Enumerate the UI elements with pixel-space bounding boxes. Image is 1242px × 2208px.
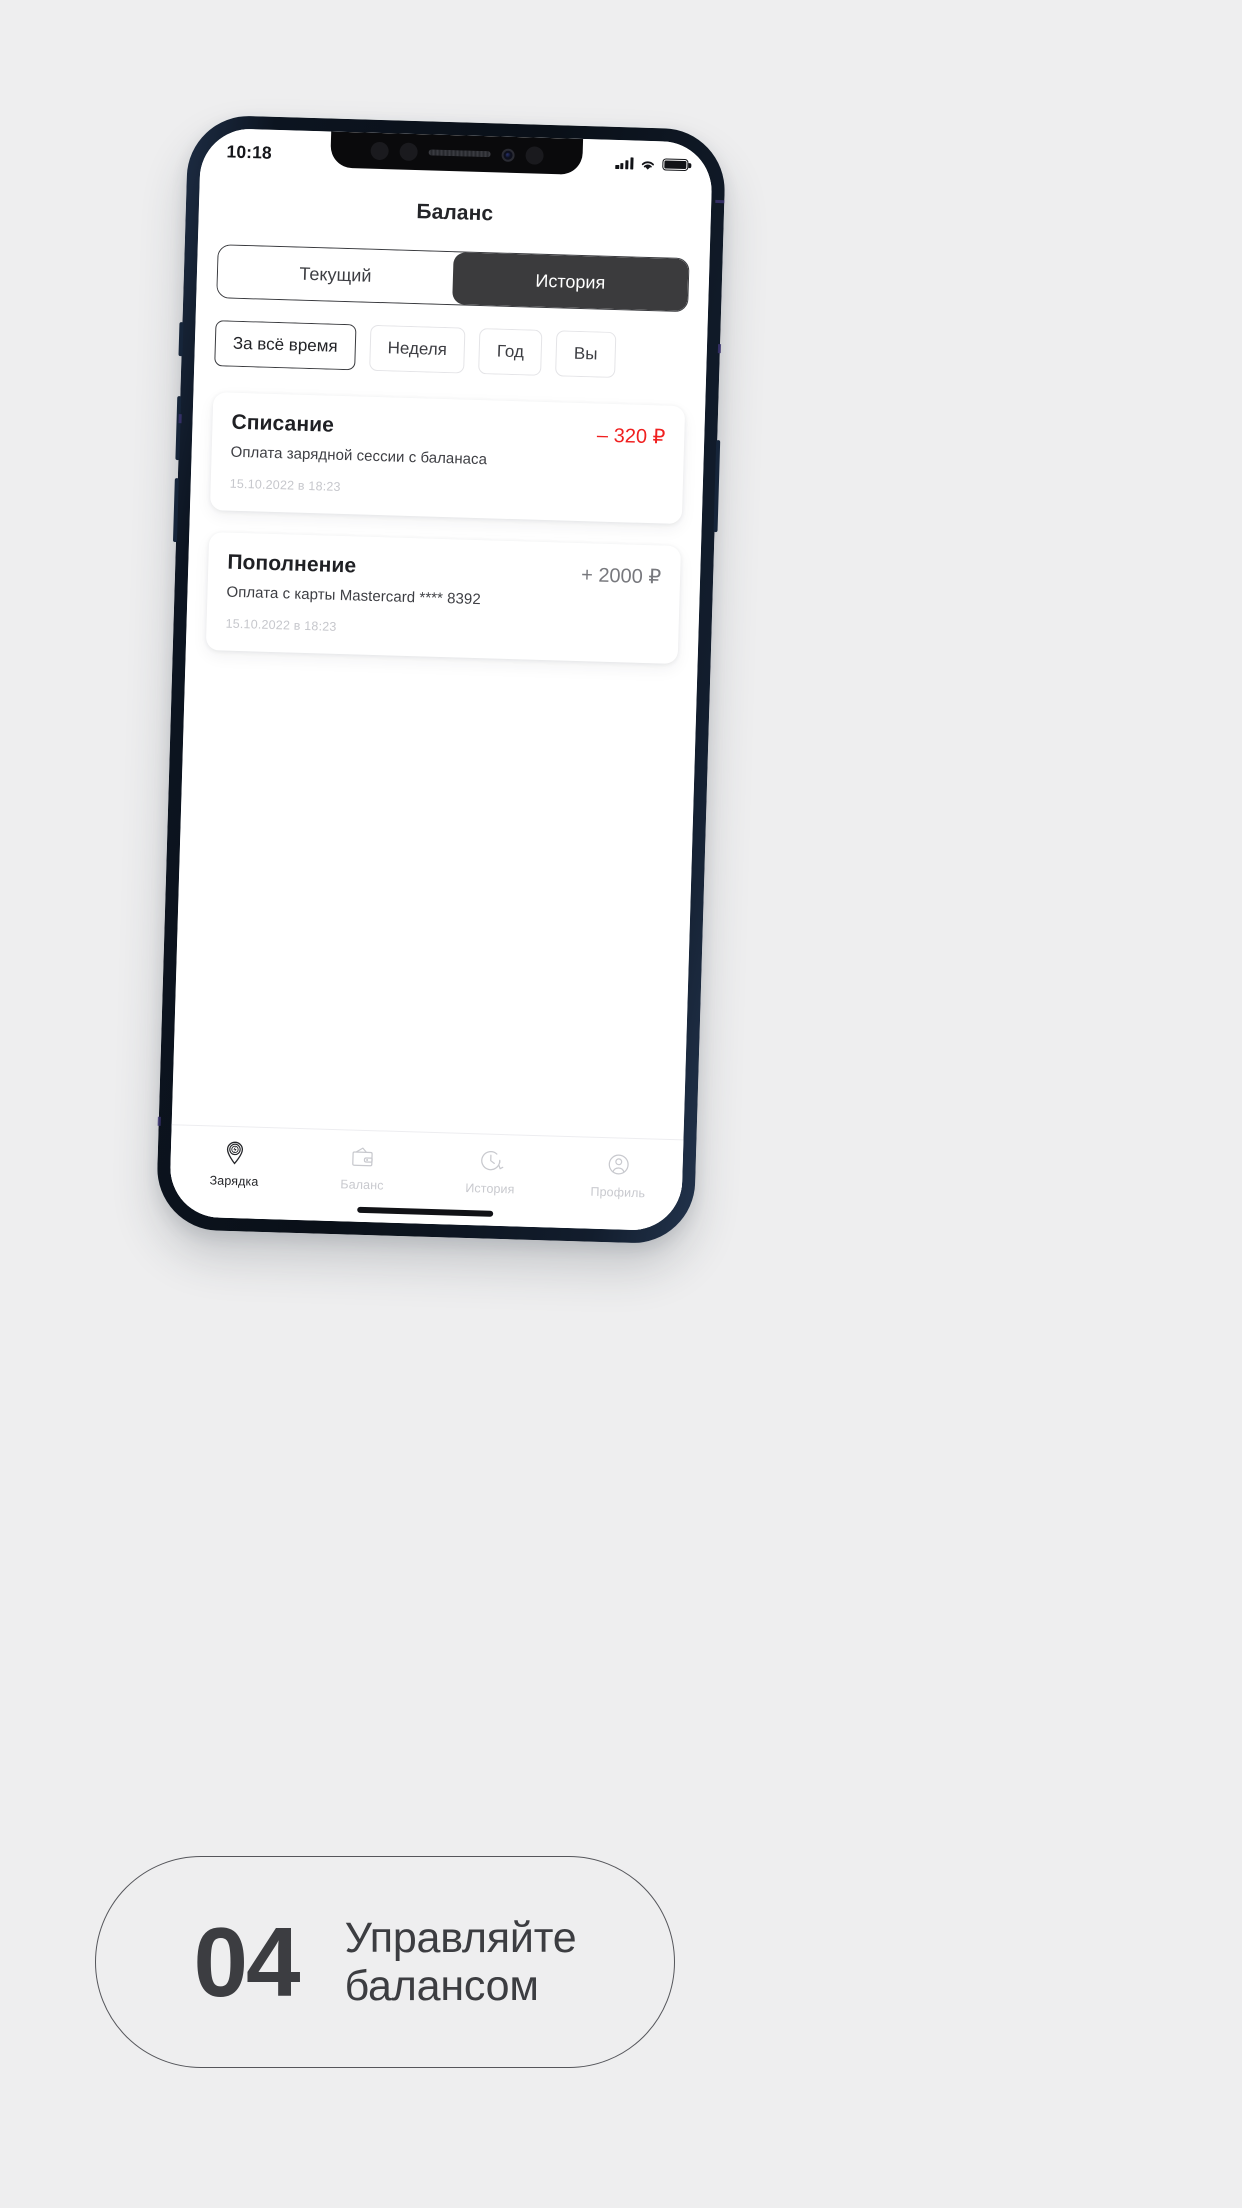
app-content: Баланс Текущий История За всё время Неде… — [168, 127, 714, 1232]
wifi-icon — [639, 158, 656, 170]
step-description: Управляйте балансом — [345, 1914, 577, 2010]
tab-label-profile: Профиль — [590, 1184, 646, 1201]
antenna-band — [715, 199, 725, 204]
status-bar-icons — [615, 157, 689, 172]
period-filter-chips[interactable]: За всё время Неделя Год Вы — [194, 320, 707, 381]
battery-full-icon — [662, 158, 689, 172]
transaction-row[interactable]: Пополнение + 2000 ₽ Оплата с карты Maste… — [205, 532, 682, 665]
volume-down-button[interactable] — [172, 478, 179, 543]
segment-current[interactable]: Текущий — [217, 245, 454, 305]
step-caption-pill: 04 Управляйте балансом — [95, 1856, 675, 2068]
transaction-date: 15.10.2022 в 18:23 — [229, 476, 341, 494]
transaction-header: Пополнение + 2000 ₽ — [227, 551, 662, 590]
chip-custom-truncated[interactable]: Вы — [555, 330, 617, 379]
phone-screen: 10:18 Баланс Текущий История За всё врем… — [168, 127, 714, 1232]
tab-label-history: История — [465, 1180, 515, 1197]
signal-bars-icon — [615, 157, 634, 170]
transaction-date: 15.10.2022 в 18:23 — [225, 616, 337, 634]
tab-label-balance: Баланс — [340, 1177, 384, 1193]
clock-history-icon — [475, 1145, 506, 1176]
tab-profile[interactable]: Профиль — [554, 1148, 683, 1202]
page-title: Баланс — [416, 200, 494, 226]
phone-mockup: 10:18 Баланс Текущий История За всё врем… — [155, 114, 727, 1245]
phone-bezel: 10:18 Баланс Текущий История За всё врем… — [155, 114, 727, 1245]
tab-label-charging: Зарядка — [209, 1173, 259, 1189]
notch — [330, 131, 584, 175]
front-camera-icon — [500, 148, 515, 162]
charge-pin-icon — [219, 1138, 250, 1169]
transaction-row[interactable]: Списание – 320 ₽ Оплата зарядной сессии … — [209, 392, 686, 525]
tab-balance[interactable]: Баланс — [298, 1140, 427, 1194]
segment-history[interactable]: История — [452, 252, 689, 312]
bottom-tab-bar[interactable]: Зарядка Баланс История Профиль — [168, 1124, 684, 1232]
transaction-description: Оплата зарядной сессии с баланаса — [230, 443, 488, 469]
volume-up-button[interactable] — [175, 396, 182, 461]
tab-charging[interactable]: Зарядка — [170, 1136, 299, 1190]
mute-switch[interactable] — [178, 322, 184, 357]
face-id-sensor-icon — [369, 141, 389, 161]
transaction-header: Списание – 320 ₽ — [231, 411, 666, 450]
transaction-title: Пополнение — [227, 550, 357, 578]
status-bar-time: 10:18 — [226, 140, 273, 163]
step-description-line1: Управляйте — [344, 1913, 577, 1962]
antenna-band — [717, 344, 722, 354]
tab-history[interactable]: История — [426, 1144, 555, 1198]
transaction-list: Списание – 320 ₽ Оплата зарядной сессии … — [172, 392, 706, 1140]
earpiece-speaker-icon — [428, 149, 491, 158]
antenna-band — [178, 414, 182, 424]
transaction-description: Оплата с карты Mastercard **** 8392 — [226, 583, 481, 609]
chip-week[interactable]: Неделя — [368, 324, 466, 374]
screenshot-canvas: 10:18 Баланс Текущий История За всё врем… — [0, 0, 1242, 2208]
antenna-band — [157, 1116, 161, 1126]
transaction-amount: – 320 ₽ — [596, 424, 666, 449]
power-button[interactable] — [713, 440, 721, 533]
step-number: 04 — [193, 1906, 301, 2017]
ambient-light-sensor-icon — [524, 146, 544, 165]
wallet-icon — [347, 1141, 378, 1172]
proximity-sensor-icon — [398, 142, 418, 162]
transaction-amount: + 2000 ₽ — [580, 564, 662, 589]
chip-year[interactable]: Год — [478, 327, 543, 376]
balance-view-segmented-control[interactable]: Текущий История — [216, 244, 690, 313]
transaction-title: Списание — [231, 410, 335, 437]
step-description-line2: балансом — [344, 1962, 539, 2010]
chip-all-time[interactable]: За всё время — [214, 320, 357, 371]
user-circle-icon — [603, 1149, 634, 1180]
